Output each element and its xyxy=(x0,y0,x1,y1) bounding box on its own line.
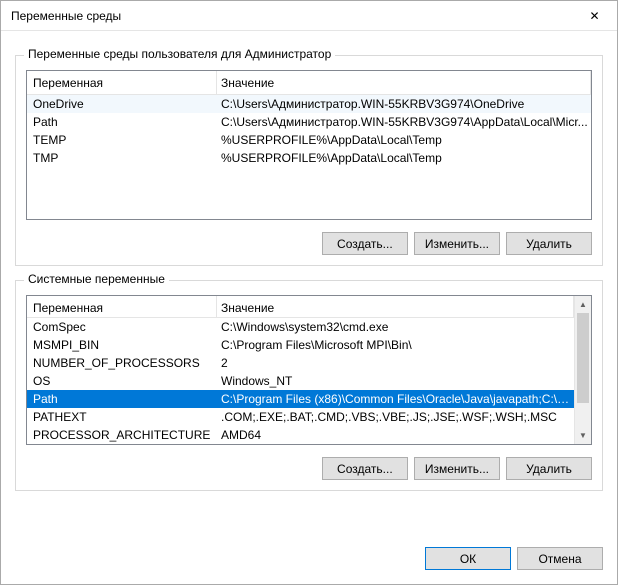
var-name: PROCESSOR_ARCHITECTURE xyxy=(27,426,217,444)
column-header-variable[interactable]: Переменная xyxy=(27,296,217,317)
window-title: Переменные среды xyxy=(11,9,572,23)
user-edit-button[interactable]: Изменить... xyxy=(414,232,500,255)
column-header-value[interactable]: Значение xyxy=(217,296,574,317)
var-value: C:\Users\Администратор.WIN-55KRBV3G974\O… xyxy=(217,95,591,113)
system-edit-button[interactable]: Изменить... xyxy=(414,457,500,480)
table-row[interactable]: PathC:\Users\Администратор.WIN-55KRBV3G9… xyxy=(27,113,591,131)
var-name: OneDrive xyxy=(27,95,217,113)
ok-button[interactable]: ОК xyxy=(425,547,511,570)
column-header-value[interactable]: Значение xyxy=(217,71,591,94)
user-vars-label: Переменные среды пользователя для Админи… xyxy=(24,47,335,61)
var-name: TMP xyxy=(27,149,217,167)
var-value: 2 xyxy=(217,354,574,372)
var-value: %USERPROFILE%\AppData\Local\Temp xyxy=(217,149,591,167)
var-value: C:\Users\Администратор.WIN-55KRBV3G974\A… xyxy=(217,113,591,131)
var-name: OS xyxy=(27,372,217,390)
var-value: AMD64 xyxy=(217,426,574,444)
scrollbar[interactable]: ▲ ▼ xyxy=(574,296,591,444)
env-vars-dialog: Переменные среды ✕ Переменные среды поль… xyxy=(0,0,618,585)
var-value: .COM;.EXE;.BAT;.CMD;.VBS;.VBE;.JS;.JSE;.… xyxy=(217,408,574,426)
table-row[interactable]: OSWindows_NT xyxy=(27,372,574,390)
table-row[interactable]: TEMP%USERPROFILE%\AppData\Local\Temp xyxy=(27,131,591,149)
dialog-footer: ОК Отмена xyxy=(1,533,617,584)
user-vars-group: Переменные среды пользователя для Админи… xyxy=(15,55,603,266)
system-vars-buttons: Создать... Изменить... Удалить xyxy=(26,457,592,480)
var-name: Path xyxy=(27,113,217,131)
table-row[interactable]: TMP%USERPROFILE%\AppData\Local\Temp xyxy=(27,149,591,167)
user-delete-button[interactable]: Удалить xyxy=(506,232,592,255)
table-row[interactable]: MSMPI_BINC:\Program Files\Microsoft MPI\… xyxy=(27,336,574,354)
user-new-button[interactable]: Создать... xyxy=(322,232,408,255)
var-value: C:\Windows\system32\cmd.exe xyxy=(217,318,574,336)
user-vars-list[interactable]: Переменная Значение OneDriveC:\Users\Адм… xyxy=(26,70,592,220)
titlebar: Переменные среды ✕ xyxy=(1,1,617,31)
system-vars-group: Системные переменные Переменная Значение… xyxy=(15,280,603,491)
table-row[interactable]: ComSpecC:\Windows\system32\cmd.exe xyxy=(27,318,574,336)
system-vars-list[interactable]: Переменная Значение ComSpecC:\Windows\sy… xyxy=(26,295,592,445)
system-vars-label: Системные переменные xyxy=(24,272,169,286)
table-row[interactable]: NUMBER_OF_PROCESSORS2 xyxy=(27,354,574,372)
system-vars-header: Переменная Значение xyxy=(27,296,574,318)
var-value: C:\Program Files\Microsoft MPI\Bin\ xyxy=(217,336,574,354)
table-row[interactable]: PathC:\Program Files (x86)\Common Files\… xyxy=(27,390,574,408)
cancel-button[interactable]: Отмена xyxy=(517,547,603,570)
system-delete-button[interactable]: Удалить xyxy=(506,457,592,480)
close-button[interactable]: ✕ xyxy=(572,1,617,31)
scroll-thumb[interactable] xyxy=(577,313,589,403)
scroll-down-icon[interactable]: ▼ xyxy=(575,427,591,444)
user-vars-buttons: Создать... Изменить... Удалить xyxy=(26,232,592,255)
var-name: TEMP xyxy=(27,131,217,149)
var-name: ComSpec xyxy=(27,318,217,336)
var-name: PATHEXT xyxy=(27,408,217,426)
user-vars-header: Переменная Значение xyxy=(27,71,591,95)
column-header-variable[interactable]: Переменная xyxy=(27,71,217,94)
close-icon: ✕ xyxy=(589,9,599,23)
var-name: NUMBER_OF_PROCESSORS xyxy=(27,354,217,372)
var-name: Path xyxy=(27,390,217,408)
scroll-up-icon[interactable]: ▲ xyxy=(575,296,591,313)
var-name: MSMPI_BIN xyxy=(27,336,217,354)
system-new-button[interactable]: Создать... xyxy=(322,457,408,480)
var-value: Windows_NT xyxy=(217,372,574,390)
var-value: %USERPROFILE%\AppData\Local\Temp xyxy=(217,131,591,149)
dialog-body: Переменные среды пользователя для Админи… xyxy=(1,31,617,533)
table-row[interactable]: PATHEXT.COM;.EXE;.BAT;.CMD;.VBS;.VBE;.JS… xyxy=(27,408,574,426)
table-row[interactable]: OneDriveC:\Users\Администратор.WIN-55KRB… xyxy=(27,95,591,113)
table-row[interactable]: PROCESSOR_ARCHITECTUREAMD64 xyxy=(27,426,574,444)
var-value: C:\Program Files (x86)\Common Files\Orac… xyxy=(217,390,574,408)
